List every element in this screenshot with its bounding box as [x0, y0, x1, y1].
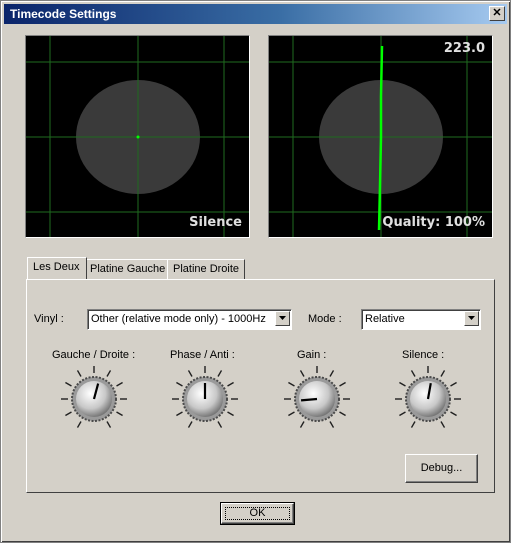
- knob-tick: [76, 421, 82, 428]
- knob-tick: [440, 370, 446, 377]
- mode-dropdown-button[interactable]: [464, 311, 479, 326]
- knob-tick: [329, 421, 335, 428]
- knob-tick: [116, 381, 123, 387]
- knob-tick: [227, 381, 234, 387]
- mode-label: Mode :: [308, 313, 342, 325]
- timecode-settings-window: Timecode Settings ✕ Silence 223.0 Qualit…: [0, 0, 511, 543]
- knob-gauche-droite[interactable]: [59, 364, 129, 434]
- knob-tick: [65, 411, 72, 417]
- knob-tick: [288, 381, 295, 387]
- ok-button[interactable]: OK: [220, 502, 295, 525]
- knob-tick: [410, 421, 416, 428]
- knob-tick: [116, 411, 123, 417]
- knob-tick: [65, 381, 72, 387]
- right-scope-graphic: [269, 36, 492, 237]
- knob-tick: [399, 381, 406, 387]
- tab-platine-gauche[interactable]: Platine Gauche: [84, 259, 168, 279]
- knob-graphic: [284, 366, 350, 428]
- knob-tick: [450, 411, 457, 417]
- knob-tick: [299, 370, 305, 377]
- knob-label-gauche-droite: Gauche / Droite :: [52, 349, 136, 361]
- knob-tick: [217, 370, 223, 377]
- vinyl-select[interactable]: Other (relative mode only) - 1000Hz: [87, 309, 292, 330]
- debug-button[interactable]: Debug...: [405, 454, 478, 483]
- knob-gain[interactable]: [282, 364, 352, 434]
- knob-tick: [76, 370, 82, 377]
- left-scope-display: Silence: [25, 35, 250, 238]
- knob-tick: [440, 421, 446, 428]
- knob-silence[interactable]: [393, 364, 463, 434]
- left-scope-label: Silence: [189, 215, 242, 230]
- knob-pointer: [300, 397, 318, 402]
- vinyl-label: Vinyl :: [34, 313, 64, 325]
- knob-graphic: [395, 366, 461, 428]
- knob-tick: [299, 421, 305, 428]
- knob-tick: [339, 381, 346, 387]
- knob-label-silence: Silence :: [402, 349, 445, 361]
- scope-signal-dot: [136, 135, 140, 139]
- knob-graphic: [172, 366, 238, 428]
- knob-tick: [176, 411, 183, 417]
- close-button[interactable]: ✕: [489, 6, 505, 21]
- right-scope-value: 223.0: [443, 41, 485, 56]
- knob-tick: [450, 381, 457, 387]
- window-title: Timecode Settings: [10, 7, 117, 21]
- close-icon: ✕: [492, 7, 502, 19]
- knob-tick: [410, 370, 416, 377]
- knob-tick: [288, 411, 295, 417]
- knob-tick: [106, 421, 112, 428]
- vinyl-dropdown-button[interactable]: [275, 311, 290, 326]
- knob-graphic: [61, 366, 127, 428]
- knob-phase-anti[interactable]: [170, 364, 240, 434]
- knob-tick: [399, 411, 406, 417]
- mode-select[interactable]: Relative: [361, 309, 481, 330]
- right-scope-display: 223.0 Quality: 100%: [268, 35, 493, 238]
- knob-label-phase-anti: Phase / Anti :: [170, 349, 235, 361]
- knob-tick: [176, 381, 183, 387]
- vinyl-select-value: Other (relative mode only) - 1000Hz: [91, 313, 266, 325]
- knob-tick: [106, 370, 112, 377]
- knob-tick: [339, 411, 346, 417]
- chevron-down-icon: [279, 316, 286, 320]
- tab-les-deux[interactable]: Les Deux: [27, 257, 87, 279]
- mode-select-value: Relative: [365, 313, 405, 325]
- knob-tick: [217, 421, 223, 428]
- knob-tick: [187, 370, 193, 377]
- focus-ring: [225, 507, 290, 520]
- tab-platine-droite[interactable]: Platine Droite: [167, 259, 245, 279]
- title-bar[interactable]: Timecode Settings ✕: [4, 4, 507, 24]
- knob-label-gain: Gain :: [297, 349, 327, 361]
- tab-panel-les-deux: Vinyl : Other (relative mode only) - 100…: [26, 279, 495, 493]
- knob-tick: [329, 370, 335, 377]
- left-scope-graphic: [26, 36, 249, 237]
- knob-tick: [227, 411, 234, 417]
- chevron-down-icon: [468, 316, 475, 320]
- knob-tick: [187, 421, 193, 428]
- right-scope-label: Quality: 100%: [382, 215, 485, 230]
